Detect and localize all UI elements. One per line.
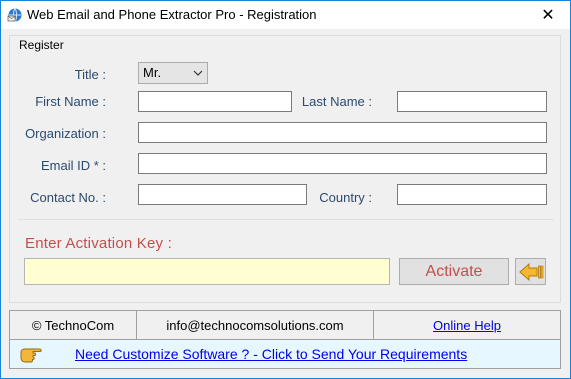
online-help-link[interactable]: Online Help <box>433 318 501 333</box>
last-name-label: Last Name : <box>301 94 372 109</box>
company-cell: © TechnoCom <box>10 311 137 339</box>
country-field[interactable] <box>397 184 547 205</box>
back-button[interactable] <box>515 258 546 285</box>
last-name-field[interactable] <box>397 91 547 112</box>
organization-field[interactable] <box>138 122 547 143</box>
register-group: Register Title : Mr. First Name : Last N… <box>9 35 561 303</box>
title-select-value: Mr. <box>143 65 162 80</box>
window-title: Web Email and Phone Extractor Pro - Regi… <box>27 7 317 22</box>
footer-bar: © TechnoCom info@technocomsolutions.com … <box>9 310 561 340</box>
activation-key-label: Enter Activation Key : <box>25 235 172 252</box>
first-name-label: First Name : <box>35 94 106 109</box>
close-button[interactable]: ✕ <box>526 1 570 29</box>
customize-software-link[interactable]: Need Customize Software ? - Click to Sen… <box>75 346 467 362</box>
title-label: Title : <box>74 67 106 82</box>
support-email: info@technocomsolutions.com <box>166 317 344 333</box>
activation-key-field[interactable] <box>24 258 390 285</box>
customize-banner: Need Customize Software ? - Click to Sen… <box>9 340 561 369</box>
back-arrow-icon <box>518 262 543 281</box>
title-select[interactable]: Mr. <box>138 62 208 84</box>
first-name-field[interactable] <box>138 91 292 112</box>
globe-mail-icon <box>7 8 22 22</box>
close-icon: ✕ <box>541 7 555 24</box>
activate-button-label: Activate <box>425 262 483 280</box>
register-legend: Register <box>19 38 64 52</box>
company-name: © TechnoCom <box>31 317 115 333</box>
pointing-hand-icon <box>20 348 42 363</box>
email-cell: info@technocomsolutions.com <box>137 311 374 339</box>
email-field[interactable] <box>138 153 547 174</box>
contact-field[interactable] <box>138 184 307 205</box>
activate-button[interactable]: Activate <box>399 258 509 285</box>
chevron-down-icon <box>193 63 203 90</box>
title-bar: Web Email and Phone Extractor Pro - Regi… <box>1 1 570 29</box>
contact-label: Contact No. : <box>30 190 106 205</box>
help-cell: Online Help <box>374 311 560 339</box>
divider <box>18 219 554 220</box>
organization-label: Organization : <box>25 126 106 141</box>
country-label: Country : <box>319 190 372 205</box>
registration-window: Web Email and Phone Extractor Pro - Regi… <box>0 0 571 379</box>
email-label: Email ID * : <box>40 158 106 173</box>
